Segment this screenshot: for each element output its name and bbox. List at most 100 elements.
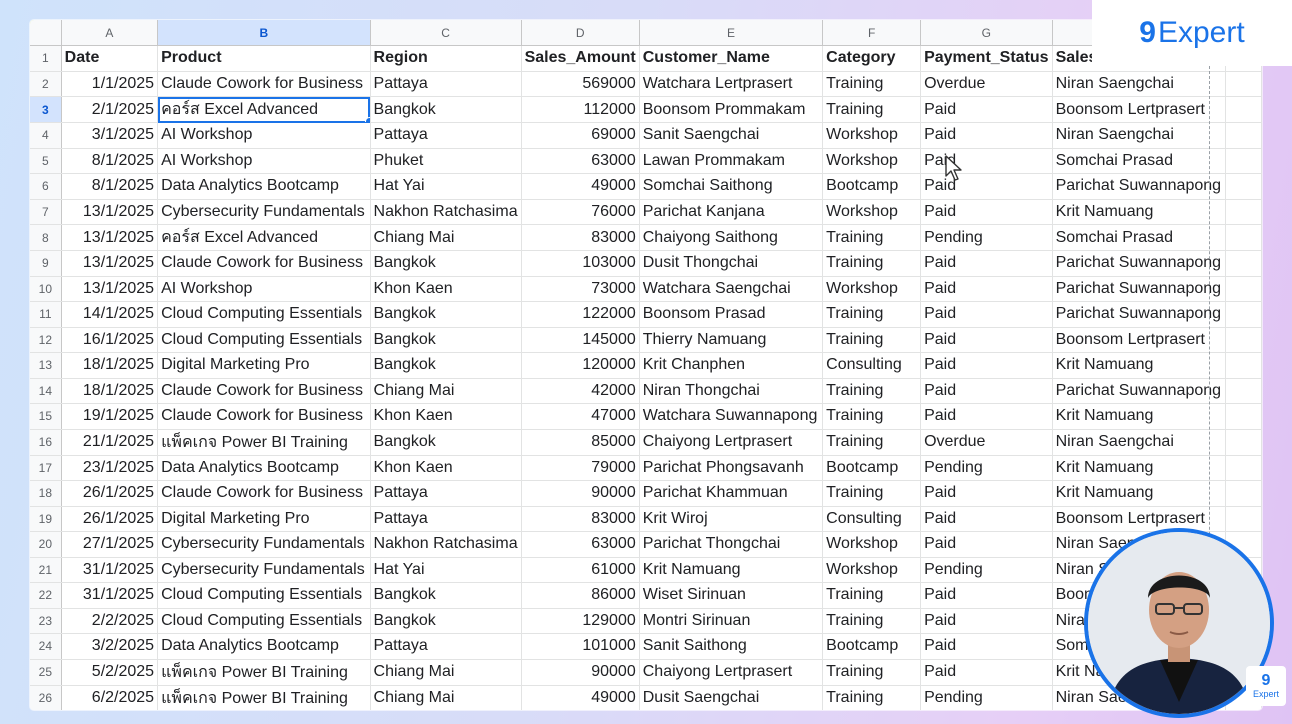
header-cell[interactable]: Customer_Name bbox=[639, 45, 824, 72]
data-cell[interactable]: Wiset Sirinuan bbox=[639, 582, 824, 609]
row-header[interactable]: 14 bbox=[30, 378, 62, 404]
row-header[interactable]: 18 bbox=[30, 480, 62, 507]
data-cell[interactable]: 13/1/2025 bbox=[61, 250, 159, 277]
data-cell[interactable] bbox=[1225, 506, 1262, 532]
data-cell[interactable]: Khon Kaen bbox=[370, 455, 522, 481]
data-cell[interactable]: Paid bbox=[920, 250, 1053, 277]
data-cell[interactable]: Paid bbox=[920, 148, 1053, 174]
data-cell[interactable]: 14/1/2025 bbox=[61, 301, 159, 328]
data-cell[interactable]: Phuket bbox=[370, 148, 522, 174]
data-cell[interactable]: Workshop bbox=[822, 276, 922, 302]
data-cell[interactable]: แพ็คเกจ Power BI Training bbox=[157, 429, 371, 456]
data-cell[interactable]: Overdue bbox=[920, 429, 1053, 456]
data-cell[interactable]: Krit Namuang bbox=[639, 557, 824, 583]
data-cell[interactable]: Claude Cowork for Business bbox=[157, 403, 371, 430]
data-cell[interactable]: Pending bbox=[920, 557, 1053, 583]
data-cell[interactable]: Data Analytics Bootcamp bbox=[157, 455, 371, 481]
data-cell[interactable] bbox=[1225, 250, 1262, 277]
data-cell[interactable] bbox=[1225, 327, 1262, 353]
data-cell[interactable]: Data Analytics Bootcamp bbox=[157, 173, 371, 200]
data-cell[interactable]: Training bbox=[822, 582, 922, 609]
column-header[interactable]: F bbox=[822, 20, 922, 46]
data-cell[interactable]: Watchara Saengchai bbox=[639, 276, 824, 302]
row-header[interactable]: 5 bbox=[30, 148, 62, 174]
row-header[interactable]: 11 bbox=[30, 301, 62, 328]
data-cell[interactable]: Khon Kaen bbox=[370, 403, 522, 430]
data-cell[interactable] bbox=[1225, 455, 1262, 481]
data-cell[interactable]: Bangkok bbox=[370, 429, 522, 456]
data-cell[interactable]: Overdue bbox=[920, 71, 1053, 97]
data-cell[interactable]: Watchara Suwannapong bbox=[639, 403, 824, 430]
data-cell[interactable]: Parichat Suwannapong bbox=[1052, 276, 1227, 302]
row-header[interactable]: 12 bbox=[30, 327, 62, 353]
data-cell[interactable]: Training bbox=[822, 608, 922, 634]
data-cell[interactable]: 2/2/2025 bbox=[61, 608, 159, 634]
data-cell[interactable]: Digital Marketing Pro bbox=[157, 506, 371, 532]
data-cell[interactable]: Bangkok bbox=[370, 96, 522, 123]
data-cell[interactable]: Training bbox=[822, 71, 922, 97]
data-cell[interactable]: Claude Cowork for Business bbox=[157, 480, 371, 507]
data-cell[interactable]: Training bbox=[822, 480, 922, 507]
data-cell[interactable]: 23/1/2025 bbox=[61, 455, 159, 481]
data-cell[interactable]: Bangkok bbox=[370, 327, 522, 353]
data-cell[interactable]: Nakhon Ratchasima bbox=[370, 531, 522, 558]
header-cell[interactable]: Sales_Amount bbox=[521, 45, 640, 72]
data-cell[interactable]: Training bbox=[822, 378, 922, 404]
data-cell[interactable]: Consulting bbox=[822, 352, 922, 379]
data-cell[interactable]: Pattaya bbox=[370, 122, 522, 149]
data-cell[interactable]: Paid bbox=[920, 633, 1053, 660]
data-cell[interactable]: Parichat Suwannapong bbox=[1052, 378, 1227, 404]
data-cell[interactable]: Bangkok bbox=[370, 301, 522, 328]
data-cell[interactable]: Paid bbox=[920, 301, 1053, 328]
data-cell[interactable]: 69000 bbox=[521, 122, 640, 149]
data-cell[interactable]: 83000 bbox=[521, 506, 640, 532]
data-cell[interactable]: 1/1/2025 bbox=[61, 71, 159, 97]
data-cell[interactable]: Pending bbox=[920, 455, 1053, 481]
data-cell[interactable]: Workshop bbox=[822, 122, 922, 149]
data-cell[interactable]: Claude Cowork for Business bbox=[157, 378, 371, 404]
data-cell[interactable]: Training bbox=[822, 685, 922, 710]
data-cell[interactable]: Pattaya bbox=[370, 506, 522, 532]
row-header[interactable]: 2 bbox=[30, 71, 62, 97]
data-cell[interactable]: Training bbox=[822, 96, 922, 123]
data-cell[interactable]: Niran Saengchai bbox=[1052, 122, 1227, 149]
data-cell[interactable]: Claude Cowork for Business bbox=[157, 250, 371, 277]
data-cell[interactable] bbox=[1225, 122, 1262, 149]
row-header[interactable]: 13 bbox=[30, 352, 62, 379]
data-cell[interactable]: 16/1/2025 bbox=[61, 327, 159, 353]
data-cell[interactable]: 63000 bbox=[521, 531, 640, 558]
data-cell[interactable]: Lawan Prommakam bbox=[639, 148, 824, 174]
data-cell[interactable]: Pattaya bbox=[370, 480, 522, 507]
data-cell[interactable]: Boonsom Prommakam bbox=[639, 96, 824, 123]
data-cell[interactable]: Cloud Computing Essentials bbox=[157, 608, 371, 634]
data-cell[interactable]: Paid bbox=[920, 96, 1053, 123]
data-cell[interactable]: Pattaya bbox=[370, 71, 522, 97]
data-cell[interactable]: Pending bbox=[920, 224, 1053, 251]
data-cell[interactable]: 103000 bbox=[521, 250, 640, 277]
data-cell[interactable]: 90000 bbox=[521, 480, 640, 507]
data-cell[interactable]: Training bbox=[822, 250, 922, 277]
data-cell[interactable]: 3/2/2025 bbox=[61, 633, 159, 660]
data-cell[interactable]: Cloud Computing Essentials bbox=[157, 582, 371, 609]
fill-handle[interactable] bbox=[364, 117, 370, 122]
data-cell[interactable]: 8/1/2025 bbox=[61, 148, 159, 174]
data-cell[interactable]: Boonsom Lertprasert bbox=[1052, 96, 1227, 123]
row-header[interactable]: 8 bbox=[30, 224, 62, 251]
data-cell[interactable]: Krit Namuang bbox=[1052, 352, 1227, 379]
data-cell[interactable]: Cybersecurity Fundamentals bbox=[157, 557, 371, 583]
data-cell[interactable]: 63000 bbox=[521, 148, 640, 174]
header-cell[interactable]: Region bbox=[370, 45, 522, 72]
data-cell[interactable]: Bangkok bbox=[370, 250, 522, 277]
data-cell[interactable]: Paid bbox=[920, 276, 1053, 302]
data-cell[interactable]: Bangkok bbox=[370, 352, 522, 379]
data-cell[interactable]: Krit Chanphen bbox=[639, 352, 824, 379]
data-cell[interactable]: Nakhon Ratchasima bbox=[370, 199, 522, 225]
data-cell[interactable]: Dusit Saengchai bbox=[639, 685, 824, 710]
data-cell[interactable]: Paid bbox=[920, 327, 1053, 353]
data-cell[interactable]: Training bbox=[822, 403, 922, 430]
data-cell[interactable]: 26/1/2025 bbox=[61, 480, 159, 507]
data-cell[interactable]: 18/1/2025 bbox=[61, 352, 159, 379]
data-cell[interactable]: 83000 bbox=[521, 224, 640, 251]
data-cell[interactable]: Niran Saengchai bbox=[1052, 429, 1227, 456]
data-cell[interactable]: Thierry Namuang bbox=[639, 327, 824, 353]
